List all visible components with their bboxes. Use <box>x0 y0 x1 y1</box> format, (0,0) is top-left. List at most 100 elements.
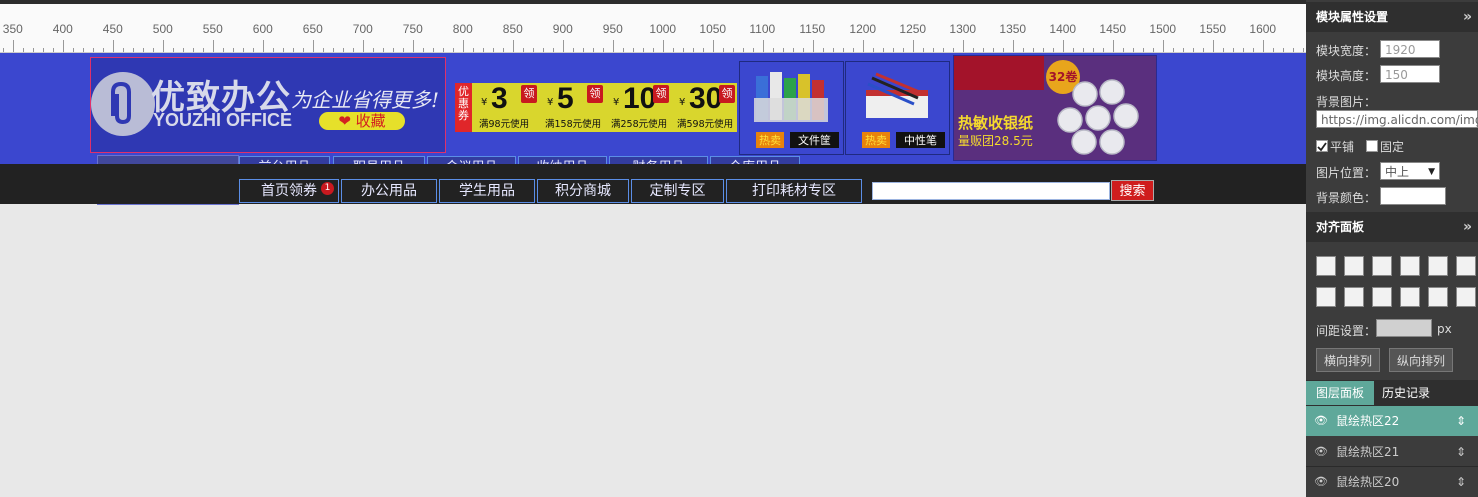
horizontal-arrange-button[interactable]: 横向排列 <box>1316 348 1380 372</box>
ruler-label: 600 <box>252 22 273 36</box>
ruler-tick <box>973 48 974 52</box>
drag-handle-icon[interactable]: ⇕ <box>1456 467 1466 497</box>
align-right-icon[interactable] <box>1344 256 1364 276</box>
ruler-tick <box>1013 40 1014 52</box>
coupon-claim-button[interactable]: 领 <box>521 85 537 103</box>
shop-logo[interactable]: 优致办公 YOUZHI OFFICE 为企业省得更多! ❤ 收藏 <box>90 57 446 153</box>
layer-name: 鼠绘热区21 <box>1336 445 1400 459</box>
coupon[interactable]: ¥ 30 领 满598元使用 <box>671 82 737 132</box>
coupon[interactable]: ¥ 3 领 满98元使用 <box>473 82 539 132</box>
ruler-tick <box>173 48 174 52</box>
ruler-tick <box>963 40 964 52</box>
horizontal-ruler: 350 400 450 500 550 600 650 700 750 800 850 900 950 1… <box>0 4 1306 53</box>
ruler-tick <box>623 48 624 52</box>
product-file-basket[interactable]: 热卖 文件筐 <box>739 61 844 155</box>
ruler-tick <box>1153 48 1154 52</box>
ruler-tick <box>1273 48 1274 52</box>
ruler-tick <box>13 40 14 52</box>
ruler-tick <box>1303 48 1304 52</box>
tab-history[interactable]: 历史记录 <box>1374 381 1438 405</box>
nav-item-printing[interactable]: 打印耗材专区 <box>726 179 862 203</box>
search-button[interactable]: 搜索 <box>1111 180 1154 201</box>
ruler-tick <box>63 40 64 52</box>
bg-color-field[interactable] <box>1380 187 1446 205</box>
ruler-tick <box>413 40 414 52</box>
collapse-icon[interactable]: » <box>1463 212 1472 242</box>
favorite-button[interactable]: ❤ 收藏 <box>319 112 405 130</box>
ruler-label: 700 <box>352 22 373 36</box>
layer-item[interactable]: 👁 鼠绘热区20 ⇕ <box>1306 467 1478 497</box>
coupon-claim-button[interactable]: 领 <box>719 85 735 103</box>
text-align-center-icon[interactable] <box>1344 287 1364 307</box>
product-thermal-paper[interactable]: 32卷 热敏收银纸 量贩团28.5元 <box>953 55 1157 161</box>
coupon-claim-button[interactable]: 领 <box>587 85 603 103</box>
product-gel-pen[interactable]: 热卖 中性笔 <box>845 61 950 155</box>
ruler-tick <box>523 48 524 52</box>
ruler-tick <box>723 48 724 52</box>
module-settings-header[interactable]: 模块属性设置 » <box>1306 2 1478 32</box>
ruler-tick <box>503 48 504 52</box>
ruler-tick <box>323 48 324 52</box>
ruler-tick <box>673 48 674 52</box>
ruler-tick <box>763 40 764 52</box>
drag-handle-icon[interactable]: ⇕ <box>1456 406 1466 436</box>
nav-item-points-mall[interactable]: 积分商城 <box>537 179 629 203</box>
eye-icon[interactable]: 👁 <box>1314 467 1328 497</box>
ruler-tick <box>513 40 514 52</box>
paperclip-logo-icon <box>91 72 155 136</box>
gel-pen-image <box>858 68 936 128</box>
ruler-tick <box>483 48 484 52</box>
coupon-condition: 满98元使用 <box>479 119 530 130</box>
ruler-tick <box>1083 48 1084 52</box>
align-center-icon[interactable] <box>1456 256 1476 276</box>
bg-image-url-field[interactable]: https://img.alicdn.com/img <box>1316 110 1478 128</box>
shop-banner[interactable]: 优致办公 YOUZHI OFFICE 为企业省得更多! ❤ 收藏 优惠券 ¥ 3… <box>0 53 1306 205</box>
ruler-tick <box>23 48 24 52</box>
text-align-right-icon[interactable] <box>1372 287 1392 307</box>
search-input[interactable] <box>872 182 1110 200</box>
ruler-tick <box>773 48 774 52</box>
ruler-tick <box>1203 48 1204 52</box>
align-left-icon[interactable] <box>1316 256 1336 276</box>
nav-item-student[interactable]: 学生用品 <box>439 179 535 203</box>
align-bottom-icon[interactable] <box>1400 256 1420 276</box>
width-field[interactable]: 1920 <box>1380 40 1440 58</box>
ruler-tick <box>233 48 234 52</box>
drag-handle-icon[interactable]: ⇕ <box>1456 437 1466 467</box>
image-position-select[interactable]: 中上 ▼ <box>1380 162 1440 180</box>
coupon[interactable]: ¥ 5 领 满158元使用 <box>539 82 605 132</box>
distribute-bottom-icon[interactable] <box>1456 287 1476 307</box>
ruler-tick <box>1183 48 1184 52</box>
distribute-top-icon[interactable] <box>1400 287 1420 307</box>
coupon-tag: 优惠券 <box>455 83 472 132</box>
align-panel-header[interactable]: 对齐面板 » <box>1306 212 1478 242</box>
text-align-left-icon[interactable] <box>1316 287 1336 307</box>
height-field[interactable]: 150 <box>1380 65 1440 83</box>
vertical-arrange-button[interactable]: 纵向排列 <box>1389 348 1453 372</box>
align-middle-icon[interactable] <box>1428 256 1448 276</box>
layer-item[interactable]: 👁 鼠绘热区21 ⇕ <box>1306 437 1478 467</box>
coupon[interactable]: ¥ 10 领 满258元使用 <box>605 82 671 132</box>
ruler-tick <box>543 48 544 52</box>
tile-checkbox[interactable] <box>1316 140 1328 152</box>
chevron-down-icon: ▼ <box>1428 167 1435 177</box>
spacing-field[interactable] <box>1376 319 1432 337</box>
ruler-tick <box>1093 48 1094 52</box>
nav-item-custom[interactable]: 定制专区 <box>631 179 724 203</box>
tab-layers[interactable]: 图层面板 <box>1306 381 1374 405</box>
ruler-label: 400 <box>52 22 73 36</box>
nav-item-office[interactable]: 办公用品 <box>341 179 437 203</box>
paper-price: 量贩团28.5元 <box>958 134 1033 148</box>
collapse-icon[interactable]: » <box>1463 2 1472 32</box>
fixed-checkbox[interactable] <box>1366 140 1378 152</box>
coupon-claim-button[interactable]: 领 <box>653 85 669 103</box>
eye-icon[interactable]: 👁 <box>1314 437 1328 467</box>
spacing-unit: px <box>1437 322 1452 336</box>
layer-item[interactable]: 👁 鼠绘热区22 ⇕ <box>1306 406 1478 436</box>
product-caption: 中性笔 <box>896 132 945 148</box>
align-top-icon[interactable] <box>1372 256 1392 276</box>
distribute-horizontal-icon[interactable] <box>1428 287 1448 307</box>
nav-item-coupons[interactable]: 首页领券 1 <box>239 179 339 203</box>
ruler-tick <box>393 48 394 52</box>
eye-icon[interactable]: 👁 <box>1314 406 1328 436</box>
